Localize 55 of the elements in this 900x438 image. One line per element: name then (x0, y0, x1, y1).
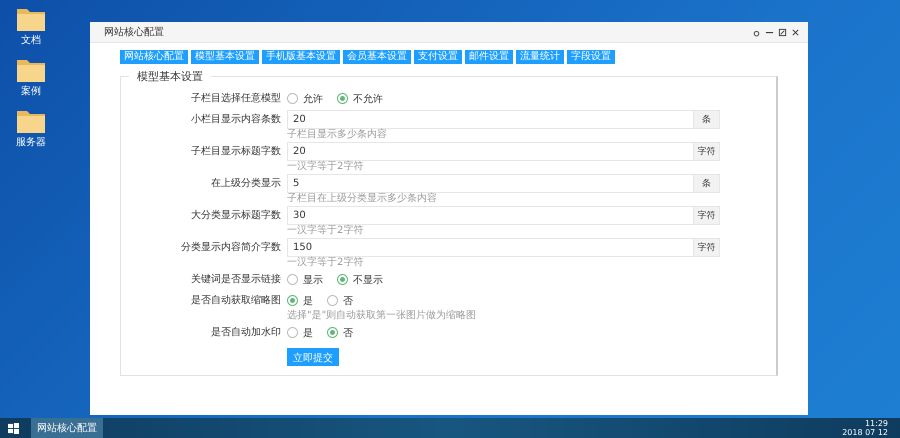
field-label: 是否自动获取缩略图 (190, 294, 282, 308)
radio-button[interactable] (327, 295, 338, 306)
input-field[interactable]: 150 (287, 238, 694, 257)
windows-start-icon[interactable] (8, 422, 19, 434)
radio-button[interactable] (287, 93, 298, 104)
folder-icon[interactable] (16, 108, 46, 134)
window-title: 网站核心配置 (104, 26, 164, 39)
clock-time: 11:29 (864, 419, 888, 428)
field-label: 子栏目选择任意模型 (190, 92, 282, 106)
unit-label: 字符 (694, 238, 720, 257)
radio-label[interactable]: 否 (343, 294, 353, 308)
input-field[interactable]: 20 (287, 142, 694, 161)
desktop-icon-label[interactable]: 服务器 (16, 135, 46, 149)
hint-text: 子栏目在上级分类显示多少条内容 (287, 193, 438, 204)
unit-label: 字符 (694, 206, 720, 225)
input-field[interactable]: 20 (287, 110, 694, 129)
radio-label[interactable]: 是 (303, 294, 313, 308)
radio-label[interactable]: 不显示 (353, 272, 383, 286)
field-label: 关键词是否显示链接 (190, 272, 282, 287)
radio-label[interactable]: 是 (303, 326, 313, 340)
unit-label: 条 (694, 174, 720, 193)
folder-icon[interactable] (16, 57, 46, 83)
taskbar-app-button[interactable]: 网站核心配置 (31, 418, 103, 438)
input-field[interactable]: 5 (287, 174, 694, 193)
field-label: 在上级分类显示 (210, 176, 282, 191)
field-label: 分类显示内容简介字数 (180, 240, 282, 255)
field-label: 小栏目显示内容条数 (190, 112, 282, 127)
input-field[interactable]: 30 (287, 206, 694, 225)
radio-label[interactable]: 显示 (303, 272, 323, 286)
unit-label: 条 (694, 110, 720, 129)
radio-button[interactable] (287, 274, 298, 285)
desktop-icon-label[interactable]: 文档 (21, 33, 41, 47)
radio-button[interactable] (287, 295, 298, 306)
hint-text: 一汉字等于2字符 (287, 225, 364, 236)
radio-button[interactable] (287, 327, 298, 338)
radio-label[interactable]: 不允许 (353, 92, 383, 106)
hint-text: 选择"是"则自动获取第一张图片做为缩略图 (287, 310, 476, 321)
folder-icon[interactable] (16, 6, 46, 32)
unit-label: 字符 (694, 142, 720, 161)
field-label: 大分类显示标题字数 (190, 208, 282, 223)
radio-button[interactable] (327, 327, 338, 338)
field-label: 是否自动加水印 (210, 326, 282, 340)
hint-text: 一汉字等于2字符 (287, 161, 364, 172)
section-legend: 模型基本设置 (129, 69, 211, 84)
close-icon[interactable] (791, 28, 800, 36)
radio-button[interactable] (337, 274, 348, 285)
radio-label[interactable]: 否 (343, 326, 353, 340)
maximize-icon[interactable] (778, 28, 787, 36)
radio-button[interactable] (337, 93, 348, 104)
desktop-icon-label[interactable]: 案例 (21, 84, 41, 98)
field-label: 子栏目显示标题字数 (190, 144, 282, 159)
radio-label[interactable]: 允许 (303, 92, 323, 106)
hint-text: 子栏目显示多少条内容 (287, 129, 388, 140)
hint-text: 一汉字等于2字符 (287, 257, 364, 268)
clock-date: 2018 07 12 (842, 428, 888, 437)
